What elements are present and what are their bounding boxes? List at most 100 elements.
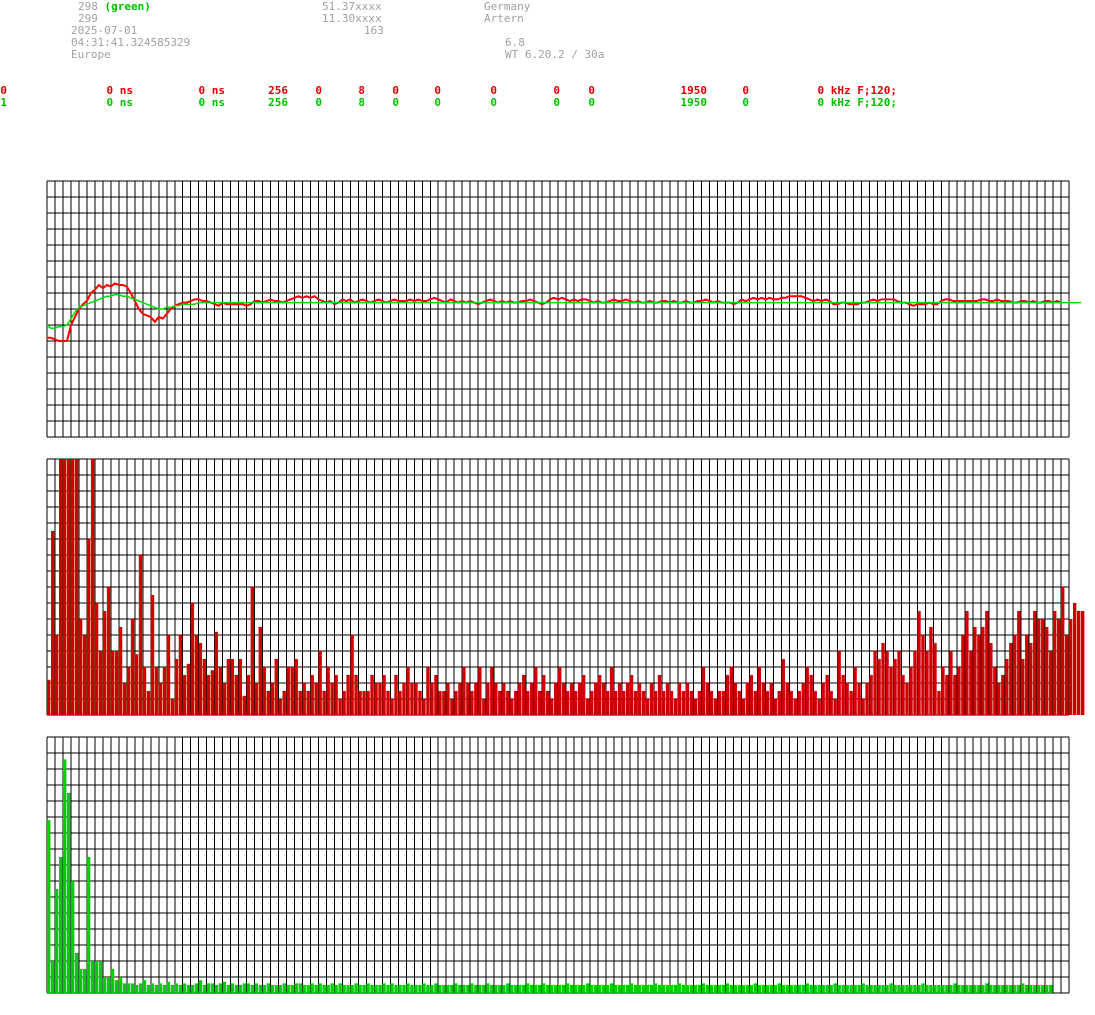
bar [649, 683, 654, 715]
bar [282, 983, 286, 993]
bar [126, 667, 131, 715]
bar [474, 683, 478, 715]
bar [550, 985, 554, 993]
bar [130, 983, 135, 993]
bar [1029, 643, 1033, 715]
bar [961, 985, 965, 993]
bar [214, 631, 219, 715]
bar [773, 699, 777, 715]
bar [865, 683, 869, 715]
bar [382, 983, 386, 993]
bar [589, 691, 594, 715]
bar [1029, 985, 1033, 993]
bar [418, 985, 422, 993]
bar [613, 985, 618, 993]
bar [514, 691, 518, 715]
bar [178, 635, 183, 715]
bar [78, 619, 83, 715]
bar [410, 985, 414, 993]
bar [757, 985, 761, 993]
bar [478, 667, 482, 715]
bar [989, 643, 993, 715]
bar [47, 679, 51, 715]
bar [725, 983, 730, 993]
bar [86, 857, 91, 993]
bar [665, 985, 670, 993]
bar [573, 691, 578, 715]
bar [194, 635, 199, 715]
bar [338, 699, 342, 715]
bar [665, 683, 670, 715]
bar [593, 985, 598, 993]
bar [286, 985, 290, 993]
bar [705, 985, 710, 993]
bar [210, 670, 215, 715]
bar [182, 675, 187, 715]
bar [865, 985, 869, 993]
bar [609, 667, 614, 715]
bar [881, 985, 885, 993]
bar [526, 983, 530, 993]
bar [510, 985, 514, 993]
bar [282, 691, 286, 715]
bar [981, 627, 985, 715]
bar [581, 675, 586, 715]
bar [733, 683, 738, 715]
bar [825, 675, 829, 715]
bar [214, 985, 219, 993]
bar [805, 983, 809, 993]
bar [466, 683, 470, 715]
bar [701, 667, 706, 715]
bar [82, 969, 87, 993]
bar [170, 985, 175, 993]
bar [585, 983, 590, 993]
bar [993, 667, 997, 715]
bar [494, 985, 498, 993]
bar [294, 659, 298, 715]
bar [821, 683, 825, 715]
bar [809, 985, 813, 993]
bar [1045, 627, 1049, 715]
bar [398, 691, 402, 715]
bar [585, 699, 590, 715]
bar [358, 985, 362, 993]
bar [817, 699, 821, 715]
bar [326, 667, 330, 715]
bar [573, 985, 578, 993]
bar [941, 667, 945, 715]
bar [234, 675, 239, 715]
bar [661, 985, 666, 993]
bar [933, 643, 937, 715]
bar [565, 691, 570, 715]
bar [330, 983, 334, 993]
bar [378, 985, 382, 993]
bar [621, 691, 626, 715]
bar [426, 985, 430, 993]
bar [490, 667, 494, 715]
bar [150, 983, 155, 993]
bar [158, 983, 163, 993]
bar [238, 985, 243, 993]
bar [250, 587, 254, 715]
bar [106, 977, 111, 993]
bar [222, 981, 227, 993]
bar [290, 985, 294, 993]
bar [981, 985, 985, 993]
bar [869, 675, 873, 715]
bar [829, 691, 833, 715]
bar [837, 985, 841, 993]
bar [913, 651, 917, 715]
bar [202, 985, 207, 993]
bar [490, 985, 494, 993]
bar [605, 691, 610, 715]
bar [254, 683, 258, 715]
bar [58, 857, 63, 993]
bar [342, 691, 346, 715]
bar [366, 691, 370, 715]
bar [502, 985, 506, 993]
bar [681, 985, 686, 993]
bar [314, 683, 318, 715]
bar [929, 627, 933, 715]
bar [997, 683, 1001, 715]
bar [542, 675, 546, 715]
